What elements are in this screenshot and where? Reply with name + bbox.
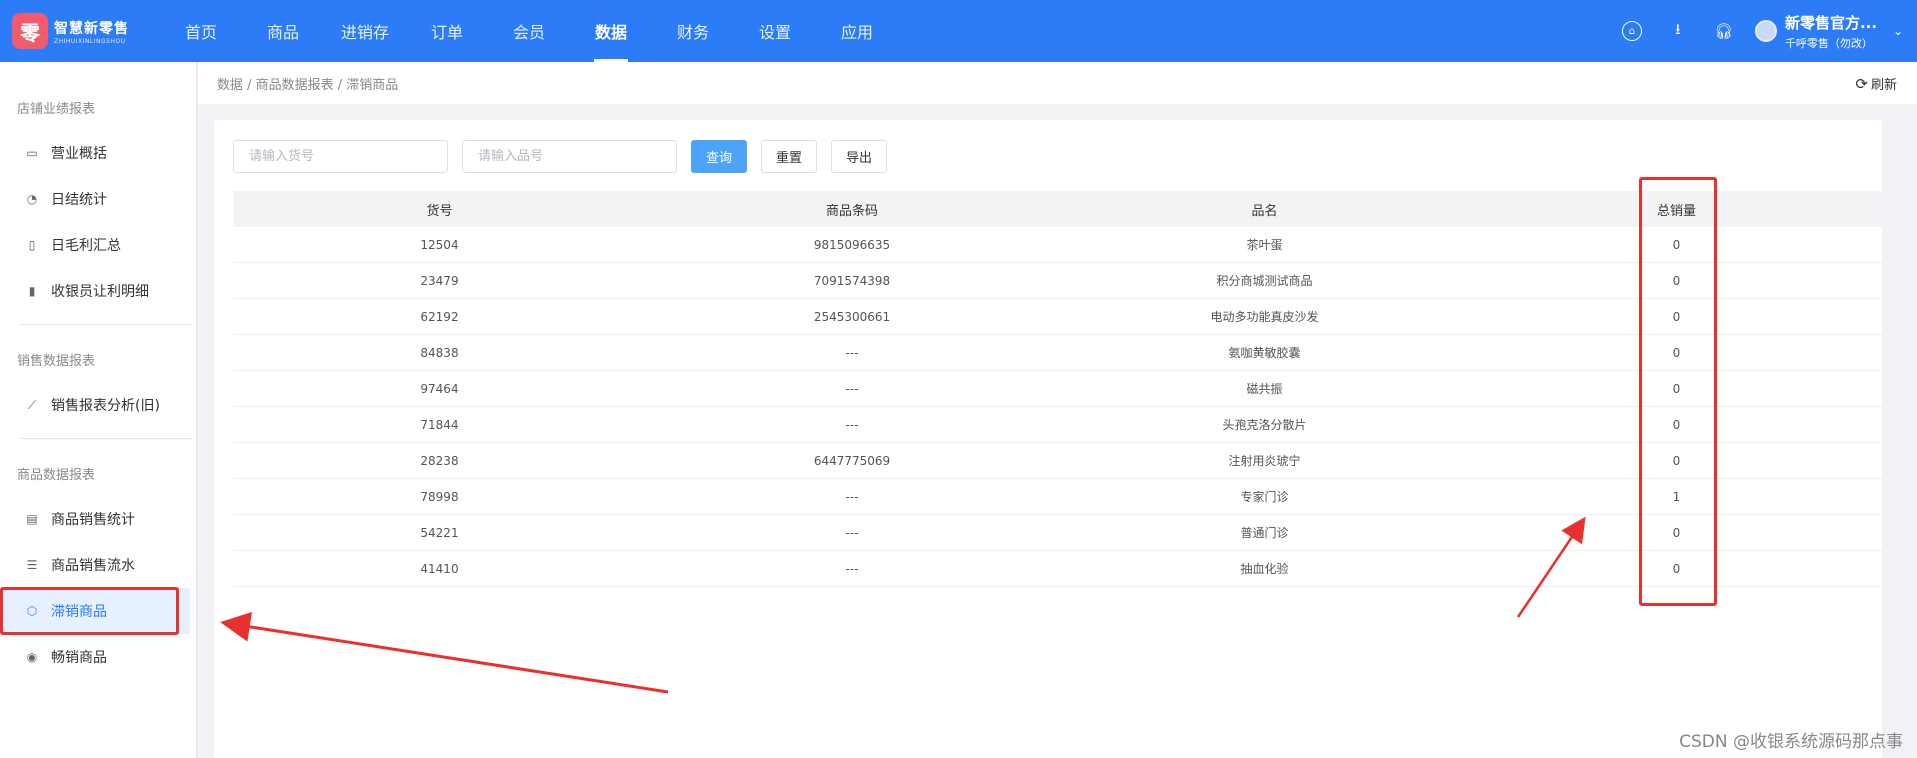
watermark-text: CSDN @收银系统源码那点事 bbox=[1679, 732, 1903, 752]
annotation-arrows bbox=[220, 516, 1586, 694]
annotation-arrow-up bbox=[1516, 516, 1586, 618]
annotation-arrow-left bbox=[220, 611, 669, 694]
